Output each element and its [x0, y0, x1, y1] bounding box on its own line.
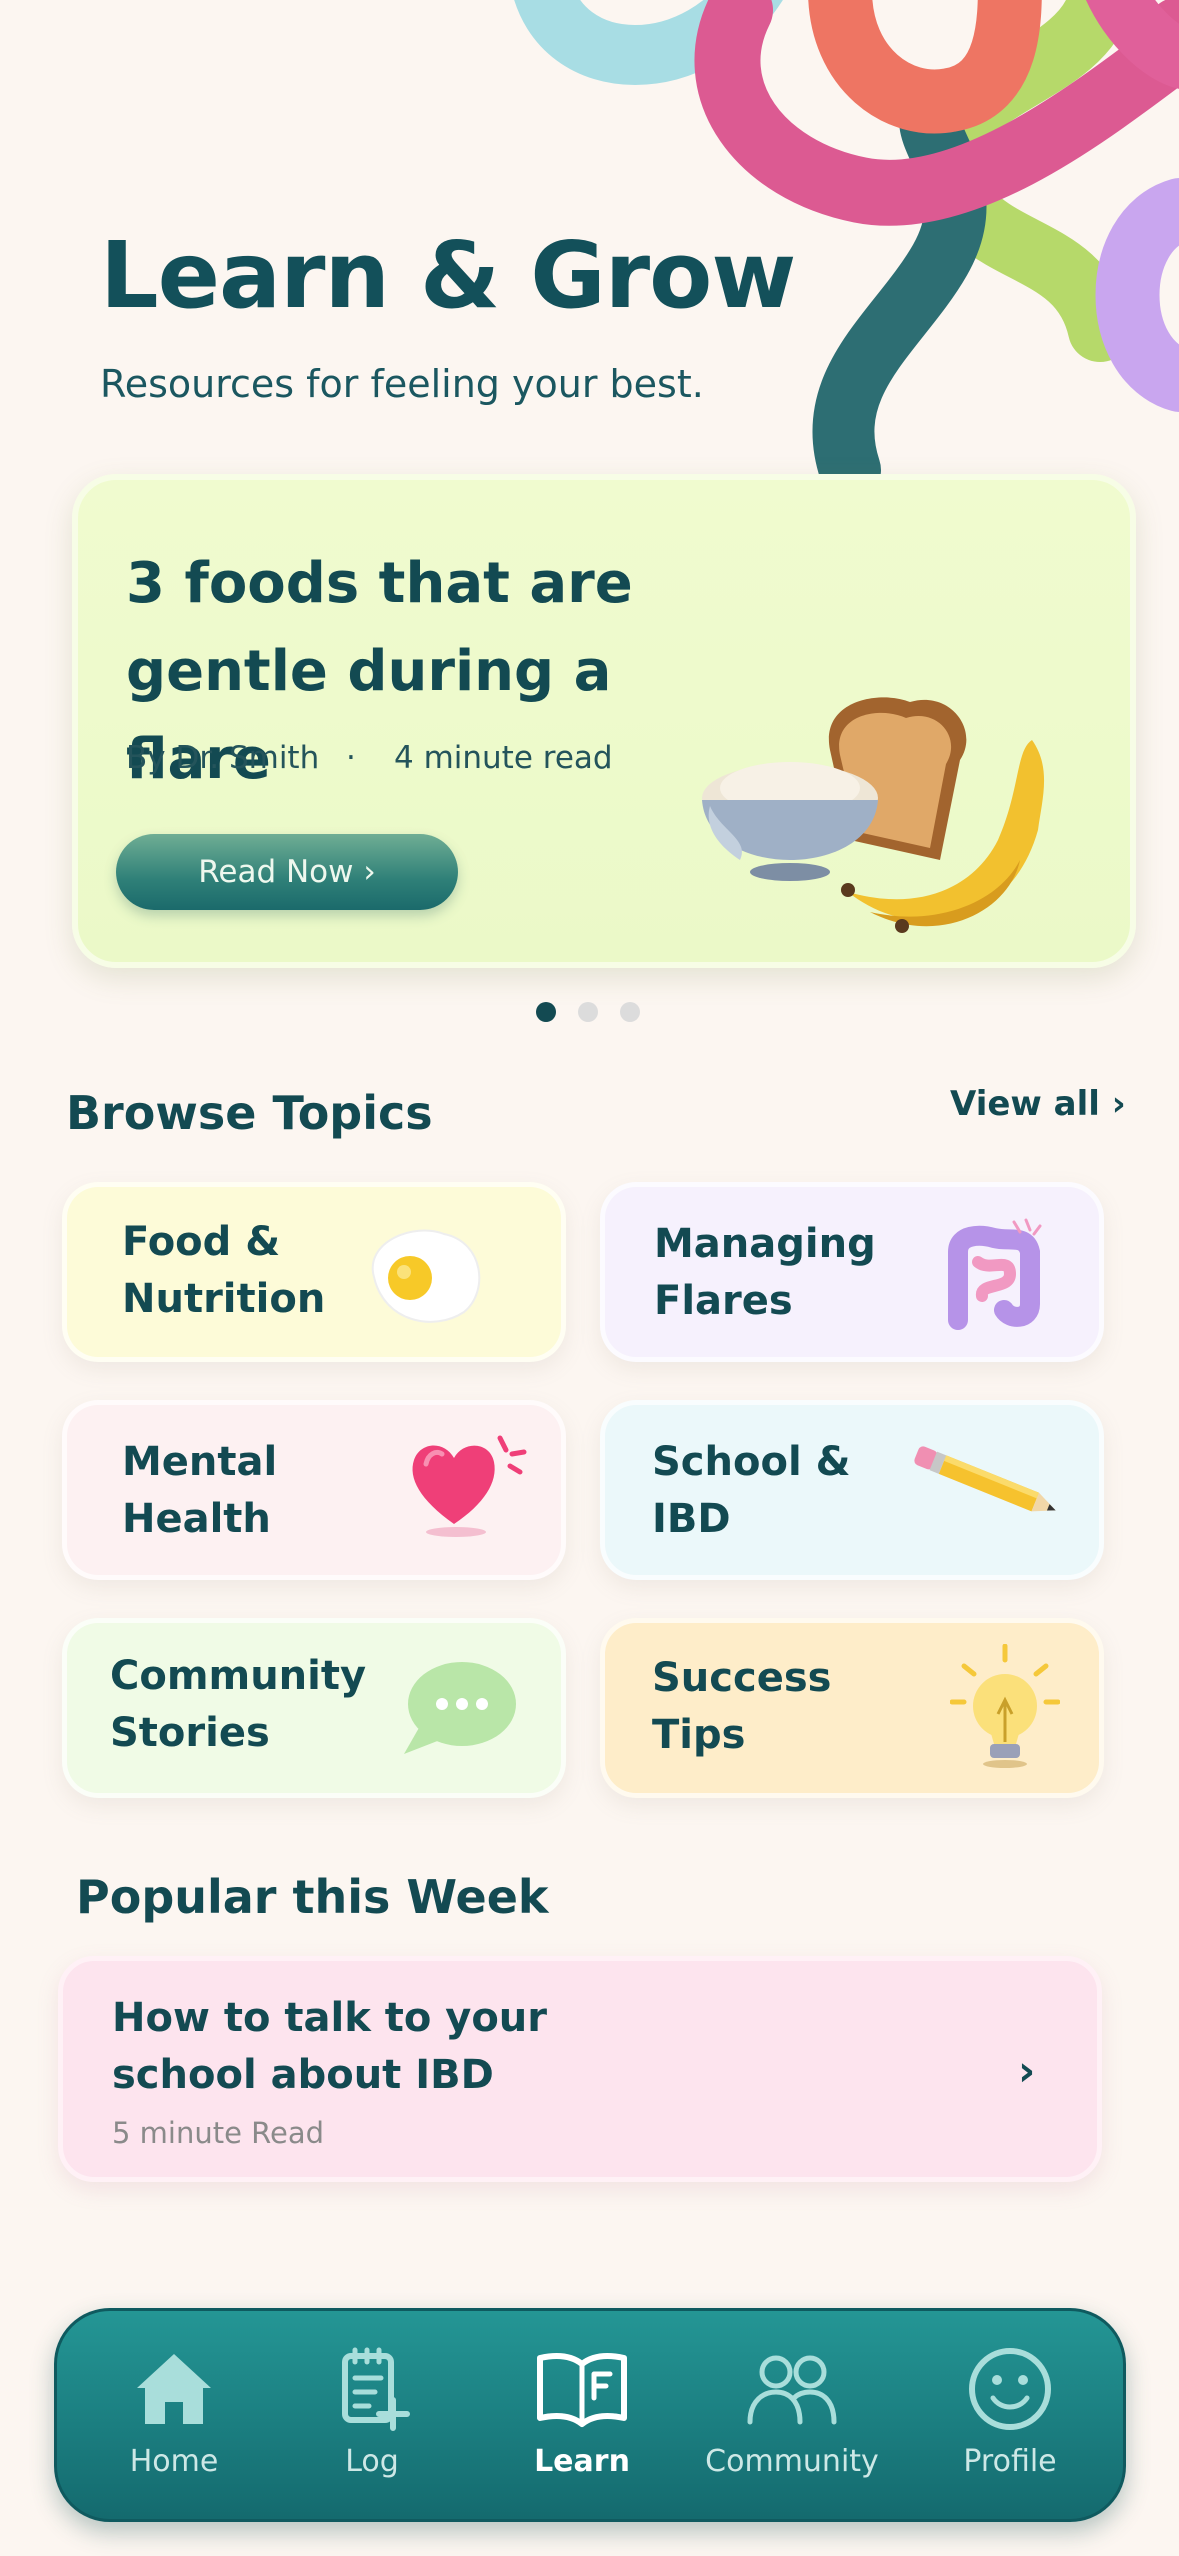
- book-icon: [537, 2353, 627, 2427]
- topic-label: Success Tips: [652, 1655, 832, 1758]
- topic-label: Managing Flares: [654, 1221, 876, 1324]
- popular-heading: Popular this Week: [76, 1870, 549, 1924]
- featured-article-author: By Dr. Smith: [126, 740, 320, 776]
- topic-label: Community Stories: [110, 1653, 367, 1756]
- popular-article-title: How to talk to your school about IBD: [112, 1995, 547, 2098]
- heart-icon: [412, 1435, 527, 1537]
- nav-community[interactable]: Community: [692, 2330, 892, 2500]
- nav-home[interactable]: Home: [74, 2330, 274, 2500]
- topic-label: Food & Nutrition: [122, 1219, 326, 1322]
- page-title: Learn & Grow: [100, 222, 796, 329]
- view-all-link[interactable]: View all ›: [950, 1084, 1126, 1124]
- carousel-dot-1[interactable]: [536, 1002, 556, 1022]
- bowl-icon: [702, 762, 878, 881]
- food-illustration: [702, 697, 1045, 933]
- topic-label: Mental Health: [122, 1439, 278, 1542]
- meta-separator: ·: [346, 740, 356, 776]
- read-now-button[interactable]: Read Now ›: [116, 834, 458, 910]
- chat-bubble-icon: [404, 1662, 516, 1754]
- browse-topics-heading: Browse Topics: [66, 1086, 433, 1140]
- smiley-icon: [969, 2348, 1051, 2430]
- nav-profile[interactable]: Profile: [910, 2330, 1110, 2500]
- pencil-icon: [914, 1446, 1056, 1512]
- people-icon: [747, 2355, 837, 2425]
- nav-label: Learn: [534, 2444, 630, 2479]
- nav-log[interactable]: Log: [272, 2330, 472, 2500]
- popular-article-read-time: 5 minute Read: [112, 2116, 325, 2150]
- fried-egg-icon: [371, 1229, 481, 1323]
- nav-label: Home: [129, 2444, 219, 2479]
- carousel-dot-3[interactable]: [620, 1002, 640, 1022]
- featured-article-read-time: 4 minute read: [394, 740, 613, 776]
- home-icon: [137, 2354, 211, 2424]
- lightbulb-icon: [950, 1644, 1060, 1768]
- page-subtitle: Resources for feeling your best.: [100, 362, 704, 406]
- nav-label: Log: [345, 2444, 399, 2479]
- topic-label: School & IBD: [652, 1439, 851, 1542]
- carousel-dot-2[interactable]: [578, 1002, 598, 1022]
- nav-label: Community: [705, 2444, 879, 2479]
- nav-label: Profile: [963, 2444, 1057, 2479]
- intestine-icon: [948, 1218, 1042, 1330]
- nav-learn[interactable]: Learn: [482, 2330, 682, 2500]
- chevron-right-icon[interactable]: ›: [1018, 2046, 1035, 2095]
- log-icon: [342, 2347, 410, 2431]
